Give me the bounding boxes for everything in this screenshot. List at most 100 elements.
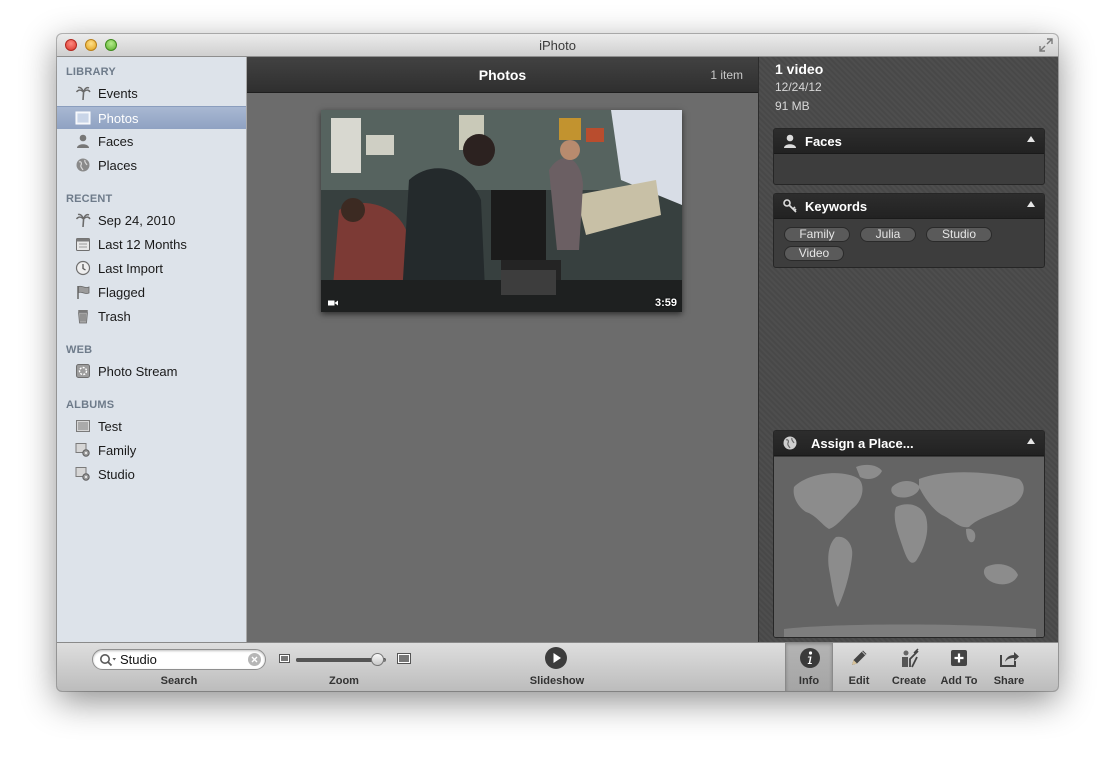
section-header-recent: RECENT (66, 193, 113, 205)
slideshow-label: Slideshow (529, 675, 585, 687)
sidebar-item-last-import[interactable]: Last Import (57, 257, 246, 280)
keyword-tag[interactable]: Julia (860, 227, 916, 242)
slideshow-button[interactable] (545, 647, 567, 669)
world-map-image (774, 457, 1044, 637)
globe-icon (783, 436, 797, 450)
assign-place-label: Assign a Place... (811, 436, 914, 451)
play-icon (553, 653, 561, 663)
sidebar-item-label: Faces (98, 134, 134, 149)
flag-icon (77, 285, 90, 299)
sidebar-item-photo-stream[interactable]: Photo Stream (57, 360, 246, 383)
collapse-triangle-icon[interactable] (1027, 201, 1035, 207)
sidebar-item-sep-24-2010[interactable]: Sep 24, 2010 (57, 209, 246, 232)
sidebar-item-faces[interactable]: Faces (57, 130, 246, 153)
zoom-label: Zoom (329, 675, 359, 687)
add-to-button[interactable]: Add To (935, 643, 983, 691)
sidebar-item-label: Sep 24, 2010 (98, 213, 176, 228)
smart-album-icon (75, 467, 90, 481)
search-field-value: Studio (120, 652, 157, 667)
sidebar-item-label: Places (98, 158, 138, 173)
iphoto-window: iPhoto LIBRARY Events Photos Faces Place… (57, 34, 1058, 691)
sidebar-item-label: Photo Stream (98, 364, 178, 379)
places-panel-header[interactable]: Assign a Place... (774, 431, 1044, 456)
key-icon (783, 199, 797, 213)
large-thumbnail-icon[interactable] (397, 653, 411, 664)
zoom-slider-fill (296, 658, 377, 662)
edit-button[interactable]: Edit (835, 643, 883, 691)
small-thumbnail-icon[interactable] (279, 654, 290, 663)
keywords-panel-header[interactable]: Keywords (774, 194, 1044, 219)
keyword-tag[interactable]: Video (784, 246, 844, 261)
bottom-toolbar: Studio Search Zoom Slideshow Info Edit C… (57, 642, 1058, 691)
photos-icon (75, 111, 91, 125)
info-button[interactable]: Info (785, 643, 833, 691)
sidebar-item-label: Photos (98, 111, 139, 126)
sidebar-item-label: Events (98, 86, 138, 101)
sidebar-item-photos[interactable]: Photos (57, 106, 246, 129)
share-icon (1000, 652, 1019, 667)
info-panel: 1 video 12/24/12 91 MB Faces Keywords Fa… (758, 57, 1058, 642)
keywords-panel: Keywords Family Julia Studio Video (773, 193, 1045, 268)
create-button[interactable]: Create (885, 643, 933, 691)
content-header: Photos 1 item (247, 57, 758, 93)
faces-panel: Faces (773, 128, 1045, 185)
item-count: 1 item (710, 68, 743, 82)
sidebar-item-test[interactable]: Test (57, 415, 246, 438)
faces-panel-label: Faces (805, 134, 842, 149)
faces-panel-header[interactable]: Faces (774, 129, 1044, 154)
sidebar-item-studio[interactable]: Studio (57, 463, 246, 486)
section-header-web: WEB (66, 344, 93, 356)
photo-stream-icon (76, 364, 90, 378)
collapse-triangle-icon[interactable] (1027, 136, 1035, 142)
pencil-icon (852, 650, 867, 665)
video-duration: 3:59 (654, 297, 677, 309)
source-list-sidebar: LIBRARY Events Photos Faces Places RECEN… (57, 57, 247, 642)
window-title: iPhoto (539, 38, 576, 53)
search-input[interactable]: Studio (92, 649, 266, 670)
info-button-label: Info (798, 675, 820, 687)
keywords-panel-label: Keywords (805, 199, 868, 214)
info-icon (800, 648, 820, 668)
section-header-albums: ALBUMS (66, 399, 115, 411)
sidebar-item-label: Family (98, 443, 137, 458)
collapse-triangle-icon[interactable] (1027, 438, 1035, 444)
sidebar-item-family[interactable]: Family (57, 439, 246, 462)
info-title: 1 video (775, 61, 824, 77)
sidebar-item-label: Test (98, 419, 122, 434)
photo-browser: Photos 1 item 3:59 (247, 57, 758, 642)
info-date: 12/24/12 (775, 80, 822, 94)
sidebar-item-label: Last Import (98, 261, 164, 276)
palm-tree-icon (75, 86, 91, 101)
places-panel: Assign a Place... (773, 430, 1045, 638)
person-icon (784, 134, 796, 148)
search-label: Search (160, 675, 198, 687)
sidebar-item-last-12-months[interactable]: Last 12 Months (57, 233, 246, 256)
page-title: Photos (478, 67, 527, 83)
clear-search-icon[interactable] (248, 653, 261, 666)
sidebar-item-label: Studio (98, 467, 135, 482)
calendar-icon (76, 238, 90, 251)
video-thumbnail[interactable]: 3:59 (321, 110, 682, 312)
world-map[interactable] (774, 457, 1044, 637)
share-button[interactable]: Share (985, 643, 1033, 691)
trash-icon (78, 310, 88, 324)
title-bar: iPhoto (57, 34, 1058, 57)
person-icon (77, 134, 89, 148)
sidebar-item-label: Last 12 Months (98, 237, 187, 252)
add-icon (951, 650, 967, 666)
create-button-label: Create (891, 675, 927, 687)
globe-icon (76, 158, 90, 172)
clock-icon (75, 260, 91, 276)
keyword-tag[interactable]: Studio (926, 227, 992, 242)
fullscreen-icon[interactable] (1039, 38, 1053, 52)
sidebar-item-events[interactable]: Events (57, 82, 246, 105)
sidebar-item-trash[interactable]: Trash (57, 305, 246, 328)
sidebar-item-places[interactable]: Places (57, 154, 246, 177)
video-camera-icon (328, 300, 338, 306)
keyword-tag[interactable]: Family (784, 227, 850, 242)
smart-album-icon (75, 443, 90, 457)
sidebar-item-flagged[interactable]: Flagged (57, 281, 246, 304)
zoom-slider-knob[interactable] (370, 653, 384, 666)
add-to-button-label: Add To (940, 675, 978, 687)
palm-tree-icon (75, 213, 91, 228)
